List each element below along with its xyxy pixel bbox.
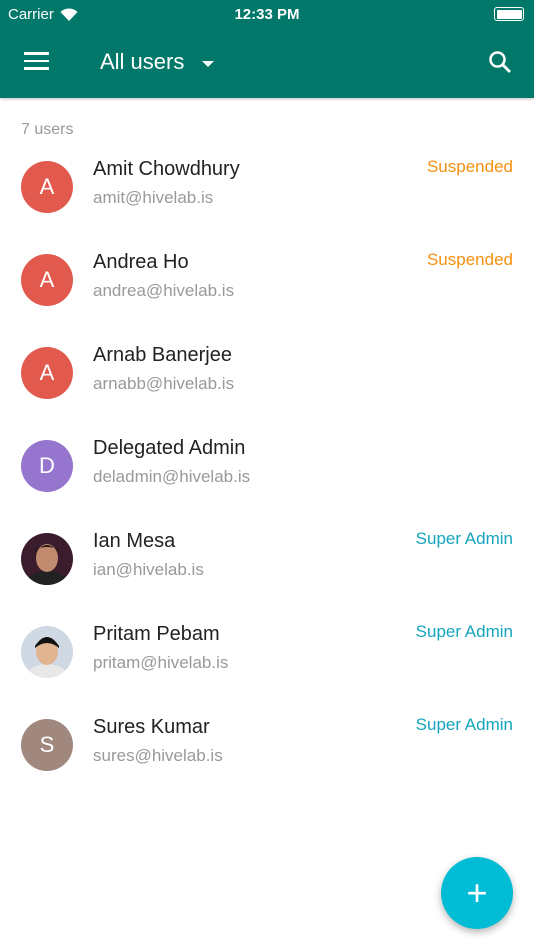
user-email: pritam@hivelab.is — [93, 653, 229, 672]
user-name: Arnab Banerjee — [93, 344, 232, 366]
page-title: All users — [100, 49, 185, 74]
user-row[interactable]: A Andrea Ho andrea@hivelab.is Suspended — [0, 250, 534, 347]
user-filter-dropdown[interactable]: All users — [100, 49, 215, 75]
user-row[interactable]: S Sures Kumar sures@hivelab.is Super Adm… — [0, 715, 534, 812]
avatar: D — [21, 440, 73, 492]
role-badge: Super Admin — [415, 529, 513, 548]
avatar-initial: A — [39, 360, 55, 385]
role-badge: Suspended — [426, 250, 513, 269]
user-row[interactable]: D Delegated Admin deladmin@hivelab.is — [0, 437, 534, 533]
user-email: andrea@hivelab.is — [93, 281, 235, 300]
avatar: A — [21, 254, 73, 306]
avatar: A — [21, 347, 73, 399]
user-email: sures@hivelab.is — [93, 746, 223, 765]
battery-icon — [494, 7, 524, 21]
role-badge: Super Admin — [415, 622, 513, 641]
role-badge: Suspended — [426, 157, 513, 176]
status-bar: Carrier 12:33 PM — [0, 0, 534, 28]
avatar: S — [21, 719, 73, 771]
user-row[interactable]: A Arnab Banerjee arnabb@hivelab.is — [0, 344, 534, 440]
search-icon[interactable] — [488, 50, 512, 74]
role-badge: Super Admin — [415, 715, 513, 734]
avatar-photo — [27, 637, 67, 678]
user-name: Pritam Pebam — [93, 623, 220, 645]
user-name: Delegated Admin — [93, 437, 246, 459]
user-row[interactable]: Pritam Pebam pritam@hivelab.is Super Adm… — [0, 622, 534, 719]
user-email: arnabb@hivelab.is — [93, 374, 235, 393]
avatar-initial: S — [39, 732, 55, 757]
user-email: amit@hivelab.is — [93, 188, 214, 207]
user-name: Andrea Ho — [93, 251, 189, 273]
user-name: Ian Mesa — [93, 530, 176, 552]
avatar — [21, 626, 73, 678]
avatar — [21, 533, 73, 585]
avatar: A — [21, 161, 73, 213]
add-user-button[interactable]: + — [441, 857, 513, 929]
user-name: Sures Kumar — [93, 716, 210, 738]
avatar-photo — [27, 544, 67, 585]
avatar-initial: D — [39, 453, 55, 478]
menu-button[interactable] — [24, 52, 49, 72]
user-row[interactable]: A Amit Chowdhury amit@hivelab.is Suspend… — [0, 157, 534, 254]
user-email: ian@hivelab.is — [93, 560, 204, 579]
user-row[interactable]: Ian Mesa ian@hivelab.is Super Admin — [0, 529, 534, 626]
user-name: Amit Chowdhury — [93, 158, 240, 180]
caret-down-icon — [202, 60, 215, 67]
clock: 12:33 PM — [234, 6, 300, 23]
avatar-initial: A — [39, 267, 55, 292]
avatar-initial: A — [39, 174, 55, 199]
app-bar: Carrier 12:33 PM All users — [0, 0, 534, 98]
user-count: 7 users — [21, 121, 74, 138]
user-email: deladmin@hivelab.is — [93, 467, 251, 486]
